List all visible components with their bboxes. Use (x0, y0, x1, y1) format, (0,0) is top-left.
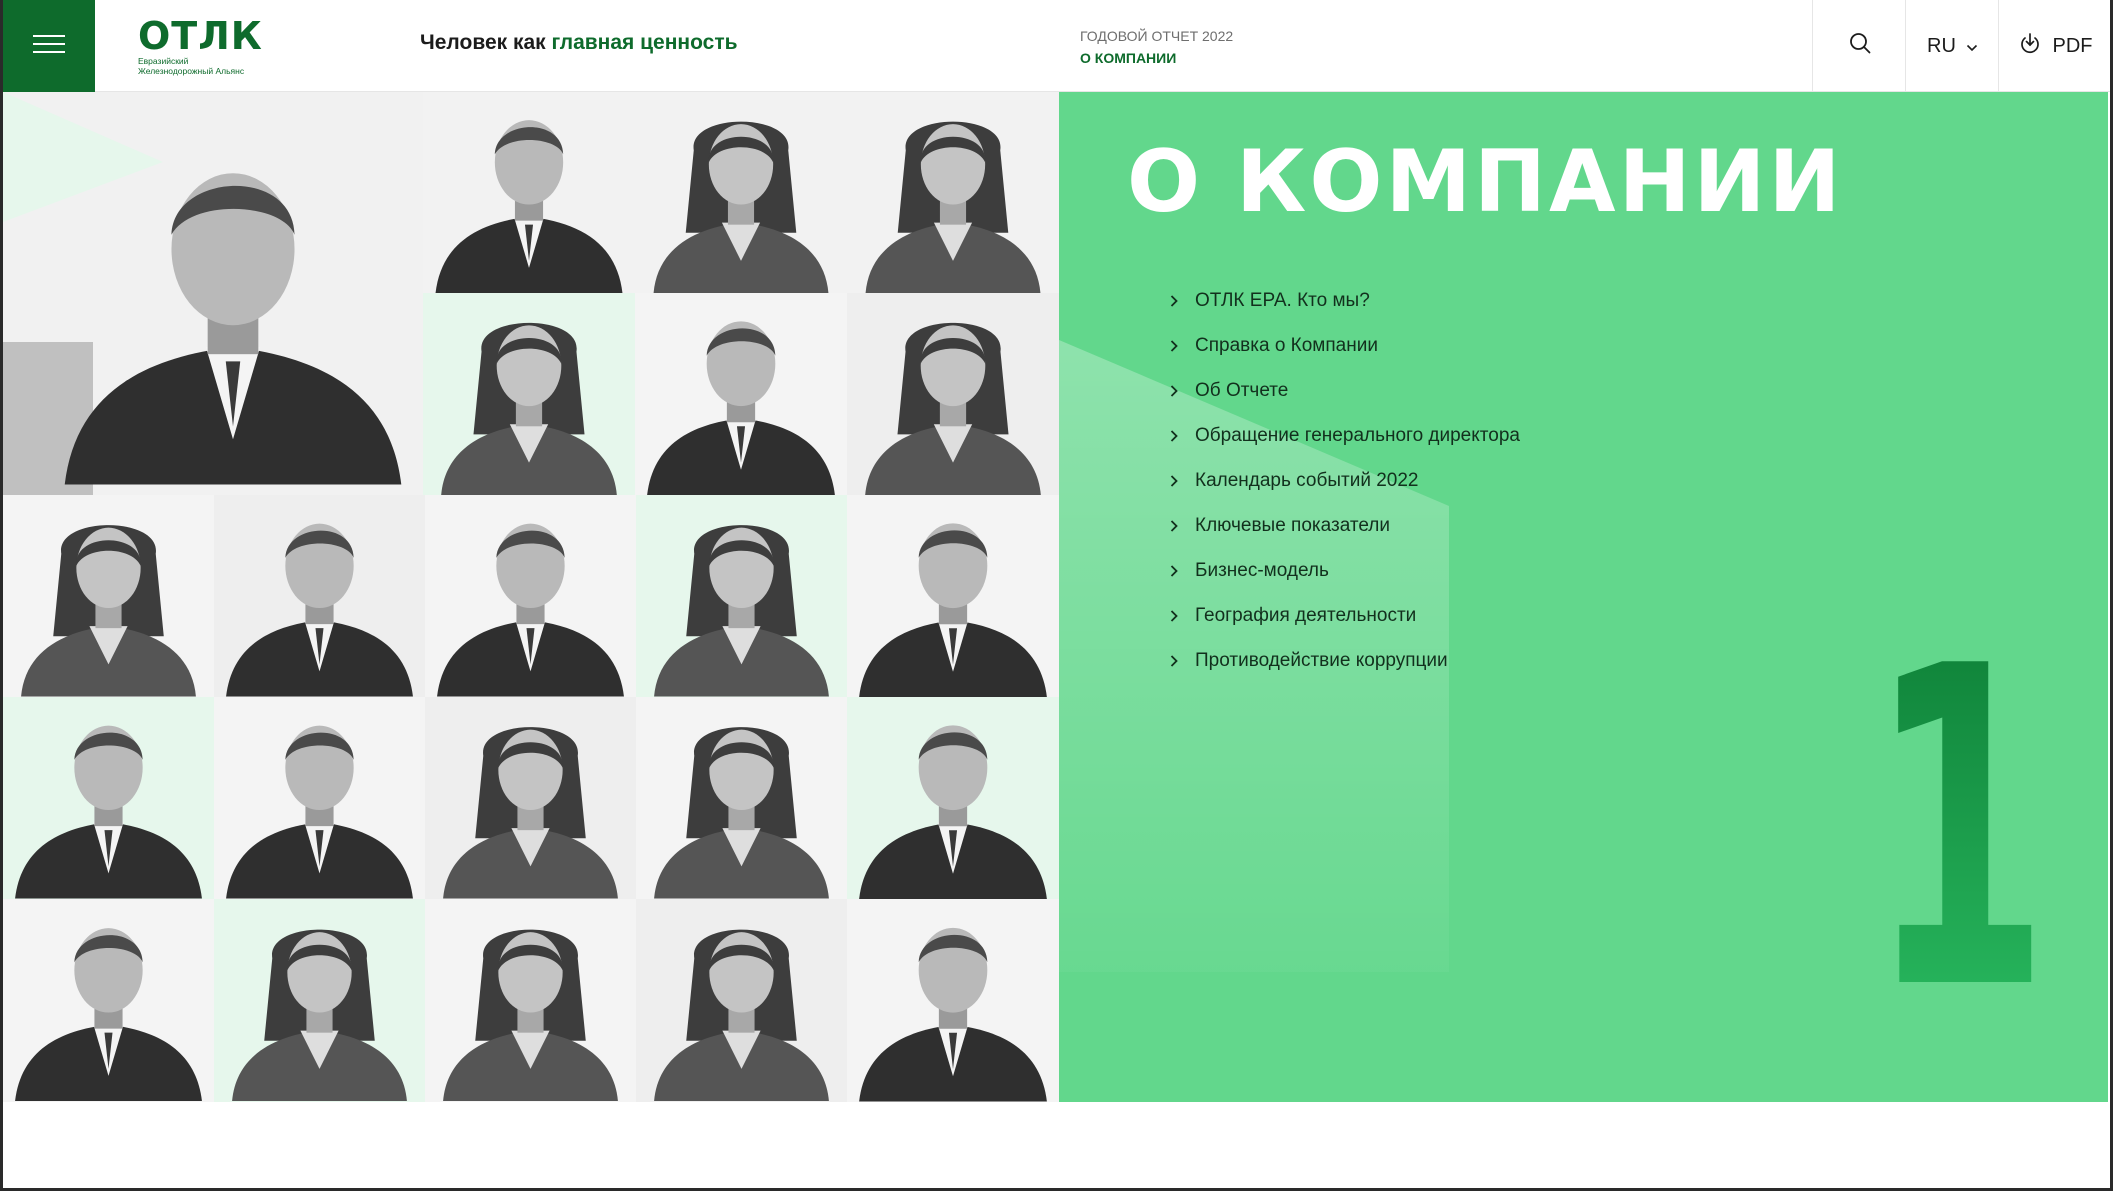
about-company-panel: О КОМПАНИИ ОТЛК ЕРА. Кто мы? Справка о К… (1059, 92, 2108, 1102)
language-selector[interactable]: RU (1905, 0, 1999, 92)
logo-wordmark: ОТЛК (138, 14, 263, 58)
logo-subtitle-line2: Железнодорожный Альянс (138, 66, 245, 76)
menu-item-label: ОТЛК ЕРА. Кто мы? (1195, 289, 1370, 311)
menu-item-company-info[interactable]: Справка о Компании (1169, 323, 1520, 368)
menu-item-label: Ключевые показатели (1195, 514, 1390, 536)
photo-person-2 (423, 92, 635, 293)
logo-subtitle-line1: Евразийский (138, 56, 189, 66)
report-breadcrumb: ГОДОВОЙ ОТЧЕТ 2022 О КОМПАНИИ (1080, 25, 1233, 69)
photo-person-10 (425, 495, 636, 697)
chevron-right-icon (1170, 564, 1178, 577)
photo-person-13 (3, 697, 214, 899)
chapter-number-text: 1 (1869, 652, 2049, 992)
photo-person-14 (214, 697, 425, 899)
menu-button[interactable] (3, 0, 95, 92)
photo-person-6 (635, 293, 847, 495)
slogan-plain: Человек как (420, 31, 552, 54)
top-header: ОТЛК Евразийский Железнодорожный Альянс … (0, 0, 2113, 92)
menu-item-events-calendar[interactable]: Календарь событий 2022 (1169, 458, 1520, 503)
photo-person-16 (636, 697, 847, 899)
menu-item-label: Справка о Компании (1195, 334, 1378, 356)
chevron-right-icon (1170, 384, 1178, 397)
report-label: ГОДОВОЙ ОТЧЕТ 2022 (1080, 28, 1234, 44)
chevron-right-icon (1170, 654, 1178, 667)
photo-person-20 (425, 899, 636, 1102)
photo-person-4 (847, 92, 1059, 293)
menu-item-label: Календарь событий 2022 (1195, 469, 1419, 491)
photo-person-9 (214, 495, 425, 697)
language-value: RU (1927, 34, 1956, 57)
photo-person-8 (3, 495, 214, 697)
company-logo[interactable]: ОТЛК Евразийский Железнодорожный Альянс (138, 14, 278, 76)
pdf-label: PDF (2052, 34, 2093, 57)
chevron-right-icon (1170, 519, 1178, 532)
photo-person-18 (3, 899, 214, 1102)
pdf-download-button[interactable]: PDF (1998, 0, 2112, 92)
menu-item-label: Противодействие коррупции (1195, 649, 1448, 671)
menu-item-label: География деятельности (1195, 604, 1417, 626)
photo-person-22 (847, 899, 1059, 1102)
menu-item-anti-corruption[interactable]: Противодействие коррупции (1169, 638, 1520, 683)
search-icon (1849, 32, 1871, 60)
search-button[interactable] (1812, 0, 1906, 92)
photo-person-21 (636, 899, 847, 1102)
breadcrumb-current[interactable]: О КОМПАНИИ (1080, 47, 1233, 69)
section-title: О КОМПАНИИ (1127, 132, 1844, 232)
menu-item-key-indicators[interactable]: Ключевые показатели (1169, 503, 1520, 548)
menu-icon (33, 33, 65, 59)
chevron-right-icon (1170, 609, 1178, 622)
photo-person-19 (214, 899, 425, 1102)
chevron-right-icon (1170, 429, 1178, 442)
photo-ceo (3, 92, 423, 495)
menu-item-label: Бизнес-модель (1195, 559, 1329, 581)
photo-person-15 (425, 697, 636, 899)
chevron-down-icon (1966, 35, 1978, 58)
menu-item-business-model[interactable]: Бизнес-модель (1169, 548, 1520, 593)
chevron-right-icon (1170, 294, 1178, 307)
photo-person-3 (635, 92, 847, 293)
photo-person-17 (847, 697, 1059, 899)
section-menu: ОТЛК ЕРА. Кто мы? Справка о Компании Об … (1169, 278, 1520, 683)
menu-item-label: Обращение генерального директора (1195, 424, 1520, 446)
photo-person-5 (423, 293, 635, 495)
photo-person-11 (636, 495, 847, 697)
menu-item-ceo-address[interactable]: Обращение генерального директора (1169, 413, 1520, 458)
slogan: Человек как главная ценность (420, 31, 738, 55)
menu-item-geography[interactable]: География деятельности (1169, 593, 1520, 638)
menu-item-who-we-are[interactable]: ОТЛК ЕРА. Кто мы? (1169, 278, 1520, 323)
download-icon (2019, 32, 2041, 60)
chevron-right-icon (1170, 339, 1178, 352)
menu-item-label: Об Отчете (1195, 379, 1289, 401)
photo-person-12 (847, 495, 1059, 697)
slogan-accent: главная ценность (551, 31, 738, 54)
photo-person-7 (847, 293, 1059, 495)
menu-item-about-report[interactable]: Об Отчете (1169, 368, 1520, 413)
team-photo-grid (3, 92, 1059, 1102)
chapter-number: 1 (1869, 652, 2049, 992)
chevron-right-icon (1170, 474, 1178, 487)
